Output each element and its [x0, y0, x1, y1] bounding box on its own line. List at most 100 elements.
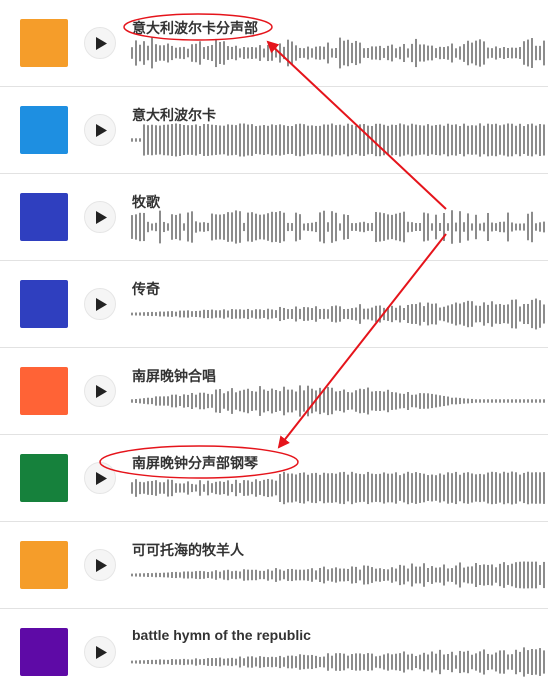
- waveform-bar: [235, 392, 237, 410]
- waveform-bar: [283, 386, 285, 416]
- waveform[interactable]: [131, 210, 547, 244]
- waveform[interactable]: [131, 471, 547, 505]
- play-button[interactable]: [84, 27, 116, 59]
- waveform-bar: [359, 304, 361, 324]
- track-title[interactable]: 南屏晚钟分声部钢琴: [132, 453, 258, 473]
- play-button[interactable]: [84, 375, 116, 407]
- waveform-bar: [339, 37, 341, 69]
- waveform-bar: [219, 125, 221, 155]
- waveform-bar: [171, 311, 173, 317]
- track-title[interactable]: 牧歌: [132, 192, 160, 212]
- track-cover[interactable]: [20, 280, 68, 328]
- waveform-bar: [391, 473, 393, 503]
- waveform[interactable]: [131, 645, 547, 679]
- waveform-bar: [355, 473, 357, 503]
- track-title[interactable]: 南屏晚钟合唱: [132, 366, 216, 386]
- track-title[interactable]: 意大利波尔卡: [132, 105, 216, 125]
- waveform[interactable]: [131, 384, 547, 418]
- waveform-bar: [287, 473, 289, 503]
- waveform[interactable]: [131, 558, 547, 592]
- track-cover[interactable]: [20, 367, 68, 415]
- waveform[interactable]: [131, 297, 547, 331]
- waveform-bar: [435, 303, 437, 325]
- track-title[interactable]: 可可托海的牧羊人: [132, 540, 244, 560]
- waveform-bar: [479, 473, 481, 503]
- waveform-bar: [291, 655, 293, 669]
- waveform-bar: [379, 391, 381, 411]
- track-title[interactable]: battle hymn of the republic: [132, 627, 311, 643]
- waveform-bar: [183, 46, 185, 60]
- waveform-bar: [259, 386, 261, 416]
- waveform-bar: [315, 570, 317, 580]
- waveform-bar: [411, 304, 413, 324]
- track-title[interactable]: 传奇: [132, 279, 160, 299]
- waveform-bar: [355, 307, 357, 321]
- waveform-bar: [167, 659, 169, 665]
- waveform-bar: [371, 653, 373, 671]
- play-button[interactable]: [84, 201, 116, 233]
- waveform-bar: [483, 125, 485, 155]
- waveform-bar: [447, 654, 449, 670]
- waveform-bar: [407, 471, 409, 505]
- waveform[interactable]: [131, 123, 547, 157]
- waveform-bar: [131, 312, 133, 316]
- waveform-bar: [331, 123, 333, 157]
- waveform-bar: [159, 125, 161, 155]
- waveform-bar: [495, 223, 497, 231]
- waveform-bar: [199, 659, 201, 665]
- waveform-bar: [491, 399, 493, 403]
- track-cover[interactable]: [20, 454, 68, 502]
- track-cover[interactable]: [20, 106, 68, 154]
- waveform-bar: [347, 392, 349, 410]
- waveform-bar: [131, 138, 133, 142]
- play-button[interactable]: [84, 549, 116, 581]
- waveform-bar: [531, 648, 533, 676]
- waveform-bar: [407, 568, 409, 582]
- track-cover[interactable]: [20, 193, 68, 241]
- waveform-bar: [359, 222, 361, 232]
- waveform-bar: [355, 40, 357, 66]
- waveform-bar: [351, 654, 353, 670]
- track-title[interactable]: 意大利波尔卡分声部: [132, 18, 258, 38]
- track-cover[interactable]: [20, 628, 68, 676]
- waveform-bar: [407, 48, 409, 58]
- waveform-bar: [235, 570, 237, 580]
- waveform-bar: [283, 46, 285, 60]
- play-button[interactable]: [84, 114, 116, 146]
- waveform-bar: [419, 223, 421, 231]
- play-button[interactable]: [84, 462, 116, 494]
- track-cover[interactable]: [20, 19, 68, 67]
- waveform-bar: [435, 214, 437, 240]
- waveform-bar: [375, 46, 377, 60]
- waveform-bar: [415, 124, 417, 156]
- waveform-bar: [251, 391, 253, 411]
- play-button[interactable]: [84, 636, 116, 668]
- waveform-bar: [343, 568, 345, 582]
- waveform-bar: [435, 124, 437, 156]
- waveform-bar: [299, 385, 301, 417]
- waveform-bar: [371, 46, 373, 60]
- track-cover[interactable]: [20, 541, 68, 589]
- waveform-bar: [223, 570, 225, 580]
- waveform-bar: [191, 483, 193, 493]
- waveform-bar: [263, 214, 265, 240]
- waveform-bar: [399, 123, 401, 157]
- waveform-bar: [187, 481, 189, 495]
- waveform-bar: [171, 214, 173, 240]
- waveform-bar: [395, 568, 397, 582]
- waveform-bar: [179, 483, 181, 493]
- waveform-bar: [207, 658, 209, 666]
- waveform-bar: [147, 45, 149, 61]
- waveform-bar: [267, 125, 269, 155]
- waveform[interactable]: [131, 36, 547, 70]
- waveform-bar: [211, 394, 213, 408]
- waveform-bar: [359, 388, 361, 414]
- play-button[interactable]: [84, 288, 116, 320]
- waveform-bar: [163, 45, 165, 61]
- waveform-bar: [535, 561, 537, 589]
- waveform-bar: [243, 123, 245, 157]
- waveform-bar: [267, 478, 269, 498]
- waveform-bar: [163, 396, 165, 406]
- waveform-bar: [251, 310, 253, 318]
- waveform-bar: [335, 567, 337, 583]
